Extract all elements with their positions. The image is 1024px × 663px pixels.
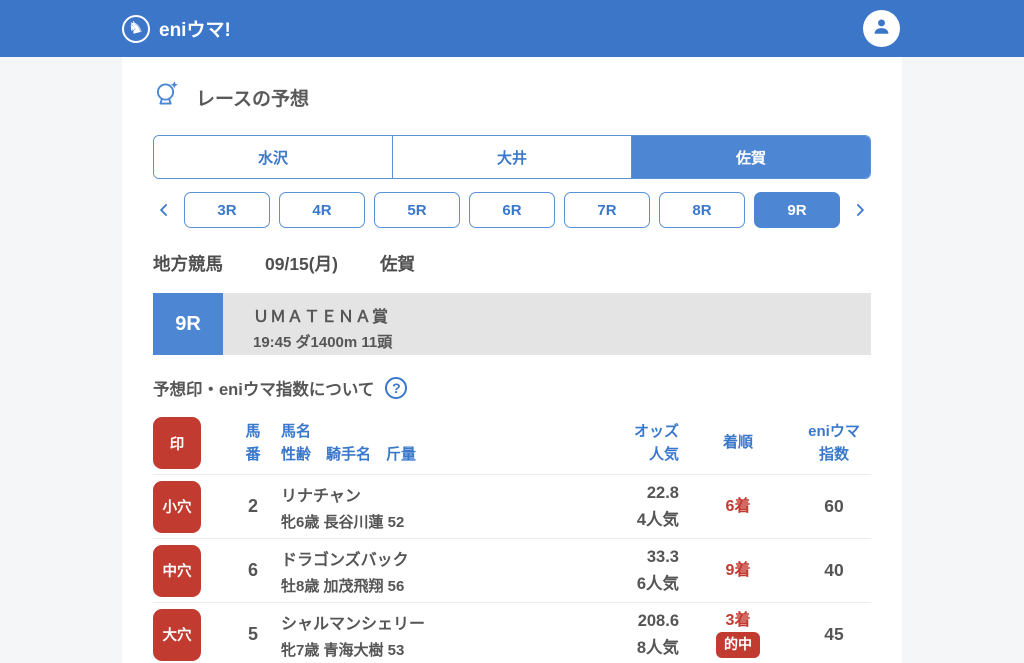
odds-cell: 22.8 4人気	[636, 484, 679, 529]
horse-name: シャルマンシェリー	[281, 615, 426, 633]
app-header: ♞ eniウマ!	[0, 0, 1024, 57]
horse-profile: 牝6歳 長谷川蓮 52	[281, 513, 405, 531]
race-selector: 3R 4R 5R 6R 7R 8R 9R	[153, 192, 871, 228]
race-banner: 9R ＵＭＡＴＥＮＡ賞 19:45 ダ1400m 11頭	[153, 293, 871, 355]
help-icon[interactable]: ?	[385, 377, 408, 399]
race-button-7r[interactable]: 7R	[564, 192, 650, 228]
race-details: 19:45 ダ1400m 11頭	[253, 334, 393, 351]
horse-name: リナチャン	[281, 487, 361, 505]
header-index: eniウマ 指数	[808, 422, 860, 463]
crystal-ball-icon	[153, 79, 181, 115]
header-result: 着順	[722, 434, 753, 452]
mark-badge: 中穴	[153, 544, 201, 597]
table-row: 中穴 6 ドラゴンズバック 牡8歳 加茂飛翔 56 33.3 6人気 9着 40	[153, 538, 871, 602]
hit-badge: 的中	[716, 632, 760, 658]
about-label: 予想印・eniウマ指数について	[153, 381, 375, 399]
odds-cell: 33.3 6人気	[636, 548, 679, 593]
horse-info: シャルマンシェリー 牝7歳 青海大樹 53	[281, 610, 571, 660]
result-cell: 6着	[725, 497, 751, 515]
header-horse-name: 馬名 性齢 騎手名 斤量	[281, 422, 417, 463]
result-cell: 3着 的中	[679, 611, 797, 658]
mark-badge: 大穴	[153, 608, 201, 661]
horse-name: ドラゴンズバック	[281, 551, 409, 569]
odds-cell: 208.6 8人気	[636, 612, 679, 657]
index-cell: 45	[824, 624, 844, 644]
race-meta-row: 地方競馬 09/15(月) 佐賀	[153, 251, 871, 276]
track-tab-bar: 水沢 大井 佐賀	[153, 135, 871, 179]
about-row: 予想印・eniウマ指数について ?	[153, 376, 871, 400]
horse-number: 6	[247, 560, 258, 580]
app-logo-text: eniウマ!	[159, 20, 231, 41]
race-category: 地方競馬	[153, 254, 223, 274]
table-row: 小穴 2 リナチャン 牝6歳 長谷川蓮 52 22.8 4人気 6着 60	[153, 474, 871, 538]
race-banner-body: ＵＭＡＴＥＮＡ賞 19:45 ダ1400m 11頭	[223, 293, 871, 355]
tab-saga[interactable]: 佐賀	[631, 136, 870, 178]
race-button-9r[interactable]: 9R	[754, 192, 840, 228]
result-cell: 9着	[725, 561, 751, 579]
avatar-button[interactable]	[863, 10, 900, 47]
horse-info: リナチャン 牝6歳 長谷川蓮 52	[281, 482, 571, 532]
race-button-3r[interactable]: 3R	[184, 192, 270, 228]
page-title-row: レースの予想	[153, 79, 871, 115]
person-icon	[870, 15, 893, 43]
header-odds: オッズ 人気	[633, 422, 679, 463]
race-button-6r[interactable]: 6R	[469, 192, 555, 228]
header-horse-no: 馬 番	[245, 422, 261, 463]
index-cell: 40	[824, 560, 844, 580]
race-button-5r[interactable]: 5R	[374, 192, 460, 228]
horse-profile: 牝7歳 青海大樹 53	[281, 641, 405, 659]
race-title: ＵＭＡＴＥＮＡ賞	[253, 309, 390, 326]
race-date: 09/15(月)	[265, 254, 338, 274]
table-header-row: 印 馬 番 馬名 性齢 騎手名 斤量 オッズ 人気 着順 eniウマ 指数	[153, 412, 871, 474]
horse-profile: 牡8歳 加茂飛翔 56	[281, 577, 405, 595]
chevron-left-icon[interactable]	[153, 192, 175, 228]
index-cell: 60	[824, 496, 844, 516]
chevron-right-icon[interactable]	[849, 192, 871, 228]
race-button-4r[interactable]: 4R	[279, 192, 365, 228]
mark-header-badge: 印	[153, 417, 201, 469]
horse-info: ドラゴンズバック 牡8歳 加茂飛翔 56	[281, 546, 571, 596]
app-logo[interactable]: ♞ eniウマ!	[122, 14, 231, 43]
horse-number: 2	[247, 496, 258, 516]
horse-logo-icon: ♞	[122, 14, 150, 43]
header-mark: 印	[153, 417, 225, 469]
race-button-8r[interactable]: 8R	[659, 192, 745, 228]
race-track: 佐賀	[379, 254, 415, 274]
table-row: 大穴 5 シャルマンシェリー 牝7歳 青海大樹 53 208.6 8人気 3着 …	[153, 602, 871, 663]
tab-mizusawa[interactable]: 水沢	[154, 136, 392, 178]
mark-badge: 小穴	[153, 480, 201, 533]
content-card: レースの予想 水沢 大井 佐賀 3R 4R 5R 6R 7R 8R 9R 地方競…	[122, 57, 902, 663]
horse-number: 5	[247, 624, 258, 644]
race-number-chip: 9R	[153, 293, 223, 355]
prediction-table: 印 馬 番 馬名 性齢 騎手名 斤量 オッズ 人気 着順 eniウマ 指数 小穴	[153, 412, 871, 663]
page-title: レースの予想	[196, 88, 310, 110]
tab-ooi[interactable]: 大井	[392, 136, 631, 178]
